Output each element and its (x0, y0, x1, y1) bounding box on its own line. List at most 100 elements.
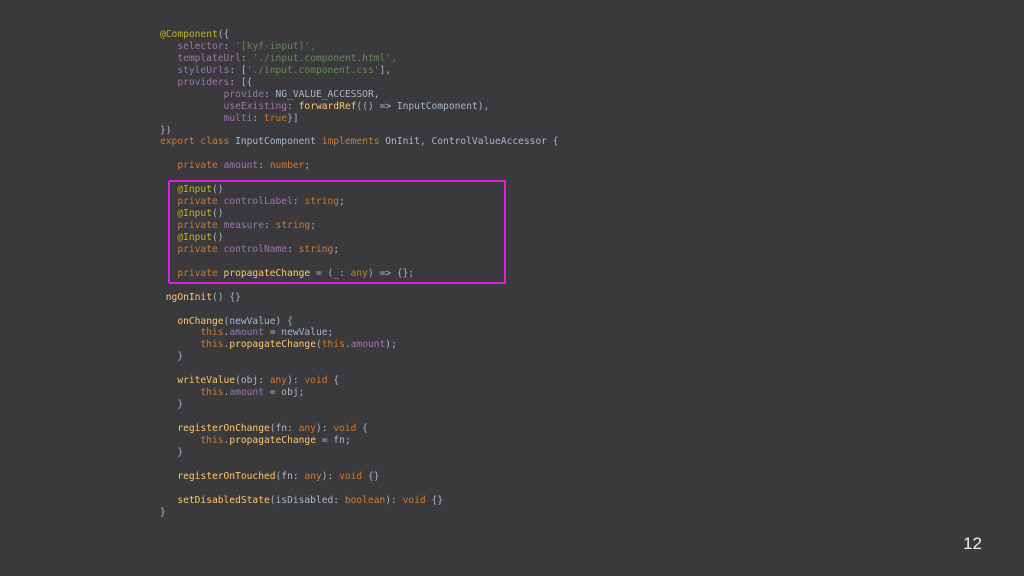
code-token: boolean (344, 494, 386, 506)
code-token: : (252, 112, 264, 124)
code-line: provide: NG_VALUE_ACCESSOR, (160, 89, 559, 101)
code-token: }) (160, 124, 172, 136)
code-line: this.propagateChange(this.amount); (160, 339, 559, 351)
code-token: writeValue (177, 375, 236, 387)
code-token: } (160, 351, 184, 363)
slide-number: 12 (963, 534, 982, 553)
code-line: providers: [{ (160, 77, 559, 89)
code-line: private amount: number; (160, 160, 559, 172)
code-token: ], (379, 64, 392, 76)
code-token: = obj; (263, 387, 305, 399)
code-token: registerOnChange (177, 422, 270, 434)
code-token: OnInit, ControlValueAccessor { (385, 136, 559, 148)
code-token: ({ (217, 29, 230, 40)
code-token: = newValue; (263, 327, 334, 339)
code-line: templateUrl: './input.component.html', (160, 53, 559, 65)
code-token: any (269, 375, 288, 387)
code-token: (fn: (275, 470, 305, 482)
code-token: amount (223, 160, 259, 172)
code-token: any (304, 470, 322, 482)
code-token: export class (160, 136, 236, 148)
code-token: (newValue) { (223, 315, 293, 327)
code-token: provide (223, 88, 264, 100)
code-token: ngOnInit (165, 291, 212, 303)
code-line: export class InputComponent implements O… (160, 136, 559, 148)
code-token: InputComponent (235, 136, 322, 148)
code-line: useExisting: forwardRef(() => InputCompo… (160, 101, 559, 113)
code-token: @Component (160, 29, 218, 40)
code-token: }] (287, 112, 299, 124)
code-token: : (287, 100, 299, 112)
code-token: : (223, 40, 236, 52)
code-line: registerOnChange(fn: any): void { (160, 423, 559, 435)
code-line: writeValue(obj: any): void { (160, 375, 559, 387)
code-line: this.amount = newValue; (160, 327, 559, 339)
code-token: ): (315, 422, 334, 434)
code-token: void (304, 375, 328, 387)
code-token: amount (229, 327, 264, 339)
highlight-box (168, 180, 506, 284)
code-token: { (356, 422, 368, 434)
code-token: private (177, 160, 224, 172)
code-token: ): (287, 375, 305, 387)
code-token: () {} (212, 291, 241, 303)
code-line: } (160, 507, 559, 519)
code-token: templateUrl (177, 52, 241, 64)
code-token: propagateChange (229, 434, 316, 446)
code-token: : (258, 160, 270, 172)
code-token: } (160, 506, 166, 518)
code-token: useExisting (223, 100, 288, 112)
code-token: ); (385, 339, 397, 351)
code-token: void (402, 494, 426, 506)
code-token: providers (177, 76, 230, 88)
code-token: this (200, 434, 224, 446)
code-line: } (160, 351, 559, 363)
code-line: styleUrls: ['./input.component.css'], (160, 65, 559, 77)
code-line: ngOnInit() {} (160, 292, 559, 304)
code-line: multi: true}] (160, 113, 559, 125)
code-token: ): (385, 494, 403, 506)
code-token: : NG_VALUE_ACCESSOR, (263, 88, 380, 100)
code-token: this (321, 339, 345, 351)
code-token: void (333, 422, 357, 434)
code-token: (obj: (235, 375, 270, 387)
code-token: './input.component.css' (246, 64, 380, 76)
code-line: selector: '[kyf-input]', (160, 41, 559, 53)
code-token: (isDisabled: (269, 494, 345, 506)
code-token: ): (321, 470, 340, 482)
code-token: any (298, 422, 316, 434)
code-token: this (200, 327, 224, 339)
code-token: styleUrls (177, 64, 230, 76)
code-token: ; (304, 160, 311, 172)
code-line: @Component({ (160, 29, 559, 41)
code-token: : [ (229, 64, 247, 76)
code-token: this (200, 339, 224, 351)
code-token: number (269, 160, 305, 172)
code-token: : (240, 52, 253, 64)
code-line: registerOnTouched(fn: any): void {} (160, 471, 559, 483)
code-token: '[kyf-input]', (235, 40, 316, 52)
code-token: } (160, 399, 184, 411)
code-token: selector (177, 40, 224, 52)
code-line: } (160, 399, 559, 411)
code-token: propagateChange (229, 339, 316, 351)
